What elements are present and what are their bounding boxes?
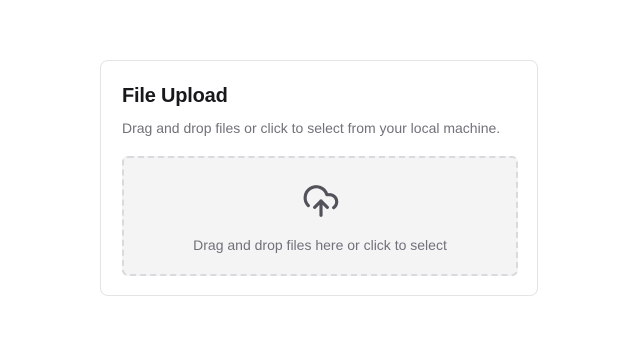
dropzone-instruction: Drag and drop files here or click to sel… xyxy=(193,237,447,253)
file-upload-card: File Upload Drag and drop files or click… xyxy=(100,60,538,296)
card-description: Drag and drop files or click to select f… xyxy=(122,120,501,136)
card-title: File Upload xyxy=(122,85,228,107)
file-dropzone[interactable]: Drag and drop files here or click to sel… xyxy=(122,156,518,276)
cloud-upload-icon xyxy=(303,185,339,217)
